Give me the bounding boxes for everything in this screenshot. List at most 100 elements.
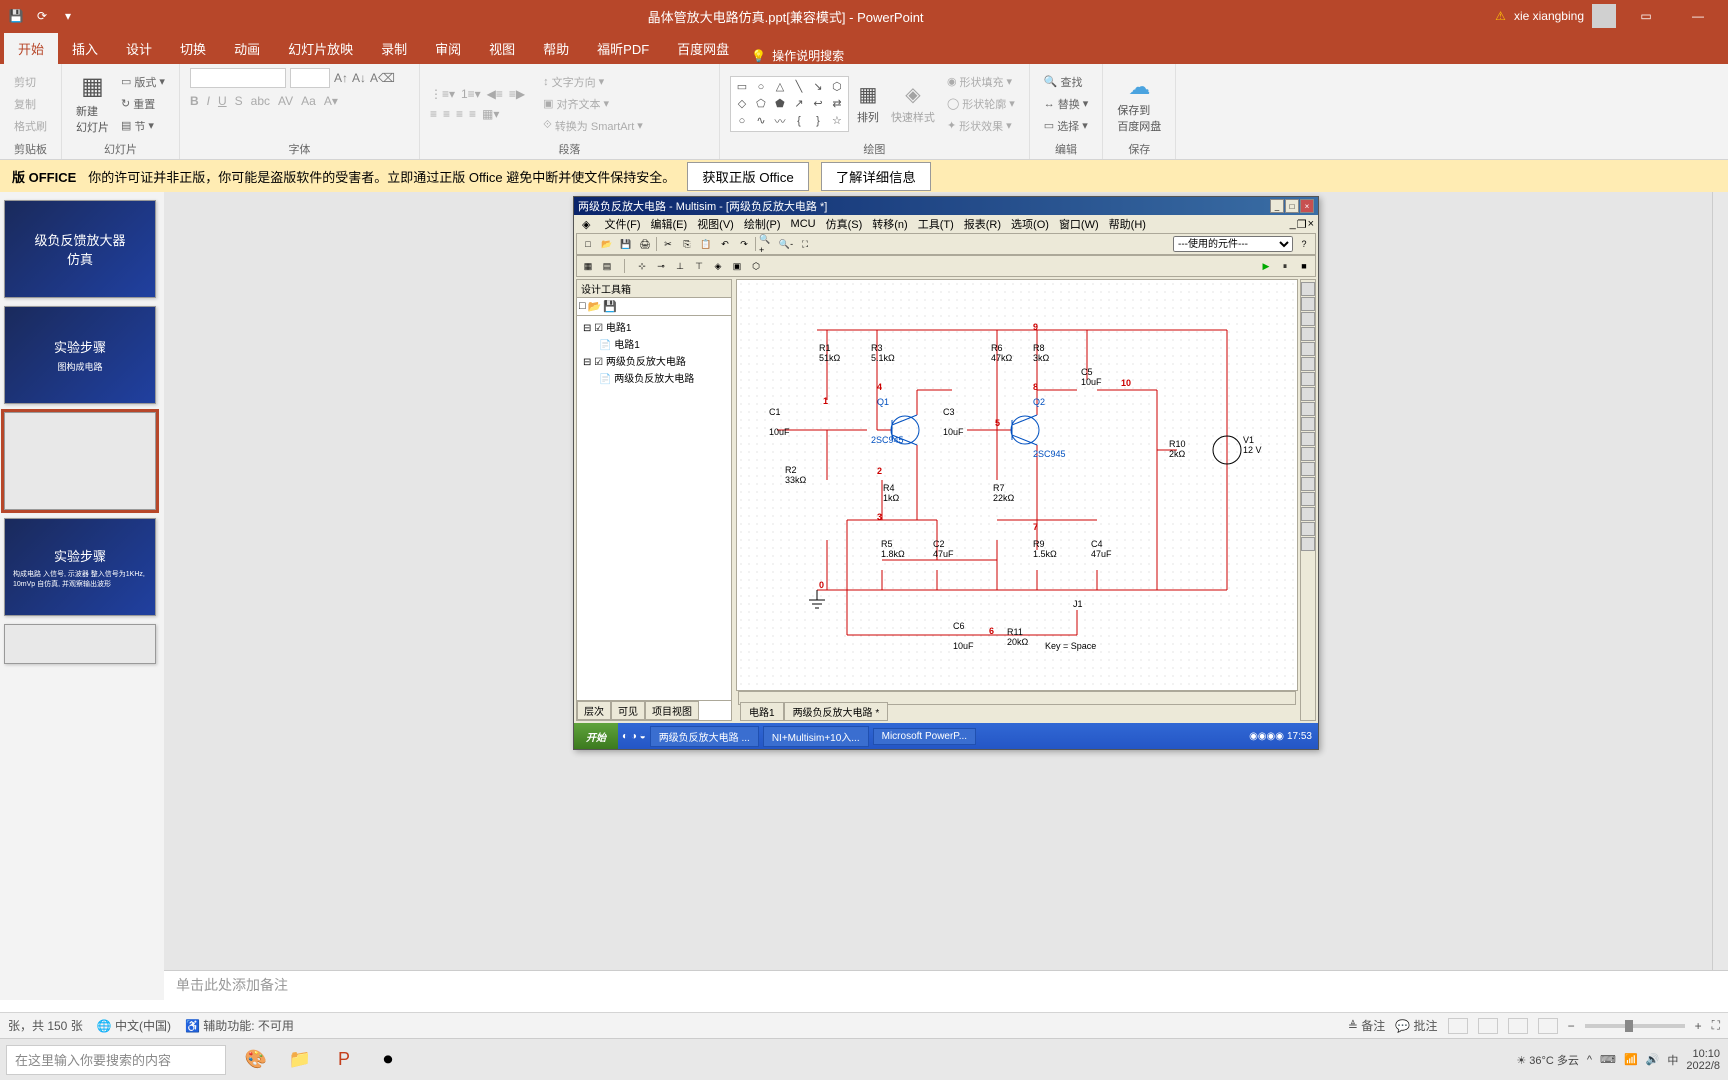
tell-me[interactable]: 💡 操作说明搜索 <box>751 47 844 64</box>
ms-undo-icon[interactable]: ↶ <box>717 236 733 252</box>
slide-vscroll[interactable] <box>1712 192 1728 970</box>
xp-task[interactable]: Microsoft PowerP... <box>873 728 976 745</box>
learn-more-button[interactable]: 了解详细信息 <box>821 162 931 191</box>
select-button[interactable]: ▭ 选择 ▾ <box>1040 116 1093 136</box>
slide-thumb[interactable]: 级负反馈放大器仿真 <box>4 200 156 298</box>
slide-thumb[interactable]: 实验步骤构成电路 入信号, 示波器 整入信号为1KHz, 10mVp 自仿真, … <box>4 518 156 616</box>
ms-menu-help[interactable]: 帮助(H) <box>1105 216 1150 232</box>
align-center-icon[interactable]: ≡ <box>443 107 450 121</box>
ms-new-icon[interactable]: □ <box>580 236 596 252</box>
taskbar-explorer-icon[interactable]: 📁 <box>280 1042 320 1078</box>
tab-home[interactable]: 开始 <box>4 33 58 64</box>
ms-menu-transfer[interactable]: 转移(n) <box>868 216 911 232</box>
notes-pane[interactable]: 单击此处添加备注 <box>164 970 1728 1000</box>
bold-button[interactable]: B <box>190 94 199 108</box>
indent-dec-icon[interactable]: ◀≡ <box>487 87 503 101</box>
underline-button[interactable]: U <box>218 94 227 108</box>
text-direction-button[interactable]: ↕ 文字方向 ▾ <box>539 72 647 92</box>
instrument-icon[interactable] <box>1301 387 1315 401</box>
case-button[interactable]: Aa <box>301 94 316 108</box>
tray-ime[interactable]: 中 <box>1667 1052 1678 1068</box>
minimize-icon[interactable]: — <box>1676 0 1720 32</box>
tree-tab-project[interactable]: 项目视图 <box>645 701 699 720</box>
instrument-icon[interactable] <box>1301 342 1315 356</box>
instrument-icon[interactable] <box>1301 312 1315 326</box>
ribbon-options-icon[interactable]: ▭ <box>1624 0 1668 32</box>
instrument-icon[interactable] <box>1301 357 1315 371</box>
circuit-canvas[interactable]: R151kΩ R35.1kΩ R647kΩ R83kΩ C510uF C110u… <box>736 279 1298 691</box>
taskbar-powerpoint-icon[interactable]: P <box>324 1042 364 1078</box>
tree-save-icon[interactable]: 💾 <box>603 300 617 313</box>
clear-format-icon[interactable]: A⌫ <box>370 71 395 85</box>
instrument-icon[interactable] <box>1301 282 1315 296</box>
tab-record[interactable]: 录制 <box>367 33 421 64</box>
autosave-icon[interactable]: ⟳ <box>34 8 50 24</box>
copy-button[interactable]: 复制 <box>10 94 51 114</box>
instrument-icon[interactable] <box>1301 522 1315 536</box>
tab-design[interactable]: 设计 <box>112 33 166 64</box>
shadow-button[interactable]: abc <box>251 94 270 108</box>
xp-start-button[interactable]: 开始 <box>574 723 618 749</box>
decrease-font-icon[interactable]: A↓ <box>352 71 366 85</box>
italic-button[interactable]: I <box>207 94 210 108</box>
increase-font-icon[interactable]: A↑ <box>334 71 348 85</box>
tab-help[interactable]: 帮助 <box>529 33 583 64</box>
reset-button[interactable]: ↻ 重置 <box>117 94 169 114</box>
slide-thumb[interactable] <box>4 624 156 664</box>
ms-comp-icon[interactable]: ▣ <box>729 258 745 274</box>
ms-zoomout-icon[interactable]: 🔍- <box>778 236 794 252</box>
ms-menu-window[interactable]: 窗口(W) <box>1055 216 1103 232</box>
zoom-in-icon[interactable]: + <box>1695 1019 1702 1033</box>
taskbar-app-icon[interactable]: 🎨 <box>236 1042 276 1078</box>
align-left-icon[interactable]: ≡ <box>430 107 437 121</box>
justify-icon[interactable]: ≡ <box>469 107 476 121</box>
tab-view[interactable]: 视图 <box>475 33 529 64</box>
accessibility-status[interactable]: ♿ 辅助功能: 不可用 <box>185 1017 294 1034</box>
ms-open-icon[interactable]: 📂 <box>599 236 615 252</box>
shape-fill-button[interactable]: ◉ 形状填充 ▾ <box>943 72 1019 92</box>
ms-comp-icon[interactable]: ⊹ <box>634 258 650 274</box>
ms-doc-tab[interactable]: 两级负反放大电路 * <box>784 702 889 721</box>
format-painter-button[interactable]: 格式刷 <box>10 116 51 136</box>
find-button[interactable]: 🔍 查找 <box>1040 72 1093 92</box>
strike-button[interactable]: S <box>235 94 243 108</box>
ms-comp-icon[interactable]: ⬡ <box>748 258 764 274</box>
xp-task[interactable]: 两级负反放大电路 ... <box>650 726 759 747</box>
align-right-icon[interactable]: ≡ <box>456 107 463 121</box>
shape-effects-button[interactable]: ✦ 形状效果 ▾ <box>943 116 1019 136</box>
notes-toggle[interactable]: ≜ 备注 <box>1348 1017 1385 1034</box>
tray-chevron-icon[interactable]: ^ <box>1587 1054 1592 1066</box>
tray-input-icon[interactable]: ⌨ <box>1600 1053 1616 1066</box>
ms-run-icon[interactable]: ▶ <box>1258 258 1274 274</box>
arrange-button[interactable]: ▦排列 <box>853 80 883 127</box>
layout-button[interactable]: ▭ 版式 ▾ <box>117 72 169 92</box>
ms-minimize-icon[interactable]: _ <box>1270 199 1284 213</box>
fit-icon[interactable]: ⛶ <box>1712 1018 1720 1033</box>
section-button[interactable]: ▤ 节 ▾ <box>117 116 169 136</box>
tree-tab-visible[interactable]: 可见 <box>611 701 645 720</box>
instrument-icon[interactable] <box>1301 462 1315 476</box>
tray-volume-icon[interactable]: 🔊 <box>1646 1053 1660 1066</box>
ms-menu-reports[interactable]: 报表(R) <box>960 216 1005 232</box>
instrument-icon[interactable] <box>1301 417 1315 431</box>
ms-maximize-icon[interactable]: □ <box>1285 199 1299 213</box>
slide-thumbnails-panel[interactable]: 级负反馈放大器仿真 实验步骤图构成电路 实验步骤构成电路 入信号, 示波器 整入… <box>0 192 164 1000</box>
instrument-icon[interactable] <box>1301 372 1315 386</box>
tab-slideshow[interactable]: 幻灯片放映 <box>274 33 367 64</box>
ms-save-icon[interactable]: 💾 <box>618 236 634 252</box>
ms-pause-icon[interactable]: ⏸ <box>1277 258 1293 274</box>
qat-more-icon[interactable]: ▾ <box>60 8 76 24</box>
instrument-icon[interactable] <box>1301 297 1315 311</box>
tree-tab-hierarchy[interactable]: 层次 <box>577 701 611 720</box>
tab-transitions[interactable]: 切换 <box>166 33 220 64</box>
shape-gallery[interactable]: ▭○△╲↘⬡ ◇⬠⬟↗↩⇄ ○∿〰{}☆ <box>730 76 849 132</box>
ms-child-restore-icon[interactable]: ❐ <box>1297 218 1307 231</box>
tree-content[interactable]: ⊟ ☑ 电路1 📄 电路1 ⊟ ☑ 两级负反放大电路 📄 两级负反放大电路 <box>577 316 731 700</box>
normal-view-icon[interactable] <box>1448 1018 1468 1034</box>
indent-inc-icon[interactable]: ≡▶ <box>509 87 525 101</box>
ms-menu-edit[interactable]: 编辑(E) <box>647 216 692 232</box>
slideshow-view-icon[interactable] <box>1538 1018 1558 1034</box>
slide-thumb[interactable]: 实验步骤图构成电路 <box>4 306 156 404</box>
get-genuine-button[interactable]: 获取正版 Office <box>687 162 809 191</box>
replace-button[interactable]: ↔ 替换 ▾ <box>1040 94 1093 114</box>
